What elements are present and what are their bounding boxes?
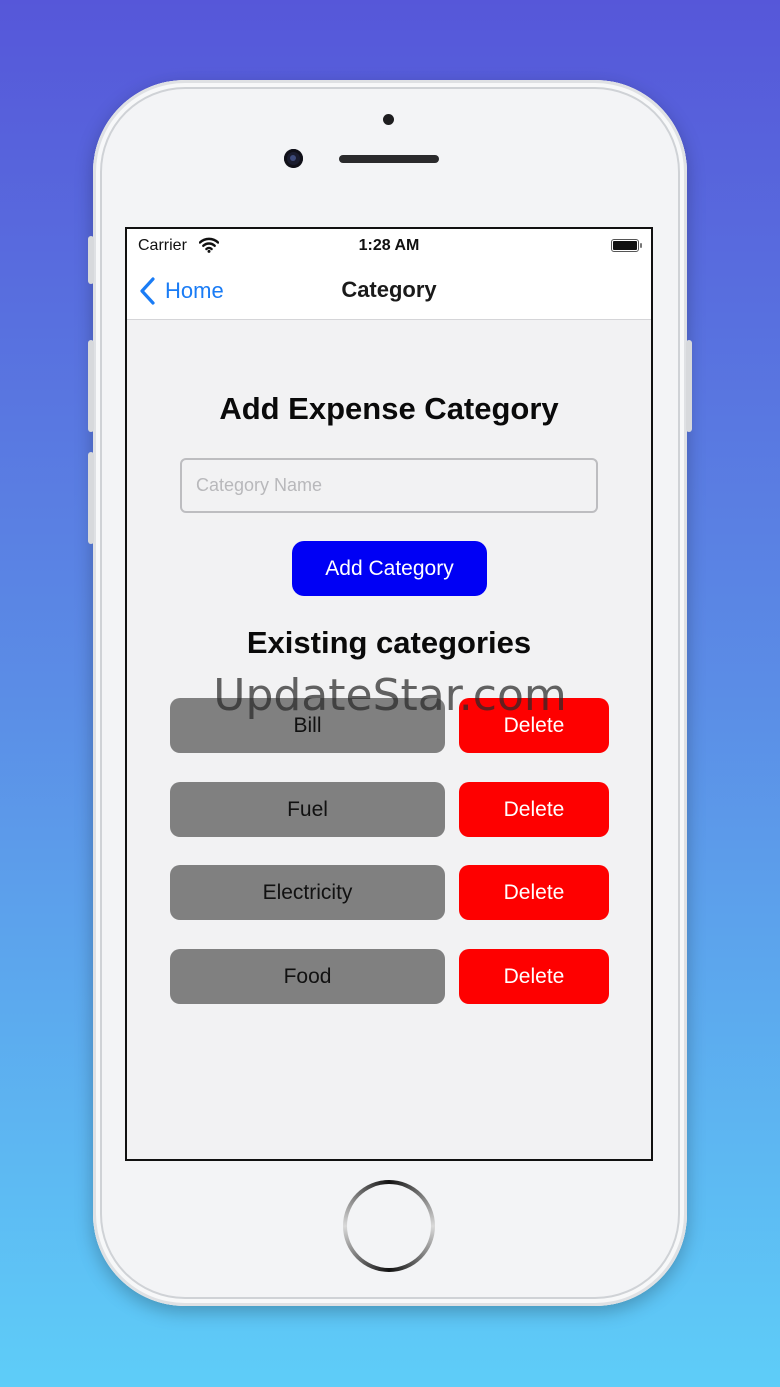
front-camera <box>284 149 303 168</box>
category-name-input[interactable] <box>180 458 598 513</box>
power-button <box>686 340 692 432</box>
home-button[interactable] <box>343 1180 435 1272</box>
status-time: 1:28 AM <box>358 237 420 254</box>
delete-button-food[interactable]: Delete <box>459 949 609 1004</box>
category-button-fuel[interactable]: Fuel <box>170 782 445 837</box>
delete-button-fuel[interactable]: Delete <box>459 782 609 837</box>
category-row: Fuel Delete <box>170 782 610 837</box>
volume-down-button <box>88 452 94 544</box>
category-button-bill[interactable]: Bill <box>170 698 445 753</box>
battery-icon <box>611 239 642 252</box>
navigation-bar: Home Category <box>127 263 651 320</box>
page-title: Category <box>341 277 437 302</box>
delete-button-electricity[interactable]: Delete <box>459 865 609 920</box>
mute-switch <box>88 236 94 284</box>
delete-button-bill[interactable]: Delete <box>459 698 609 753</box>
existing-categories-heading: Existing categories <box>246 625 532 660</box>
add-category-button[interactable]: Add Category <box>292 541 487 596</box>
volume-up-button <box>88 340 94 432</box>
status-bar: Carrier 1:28 AM <box>127 229 651 263</box>
category-row: Bill Delete <box>170 698 610 753</box>
category-button-food[interactable]: Food <box>170 949 445 1004</box>
add-category-heading: Add Expense Category <box>219 391 559 426</box>
category-button-electricity[interactable]: Electricity <box>170 865 445 920</box>
category-row: Food Delete <box>170 949 610 1004</box>
earpiece-speaker <box>339 155 439 163</box>
category-row: Electricity Delete <box>170 865 610 920</box>
app-screen: Carrier 1:28 AM Home Category Add Expens… <box>125 227 653 1161</box>
proximity-sensor <box>383 114 394 125</box>
